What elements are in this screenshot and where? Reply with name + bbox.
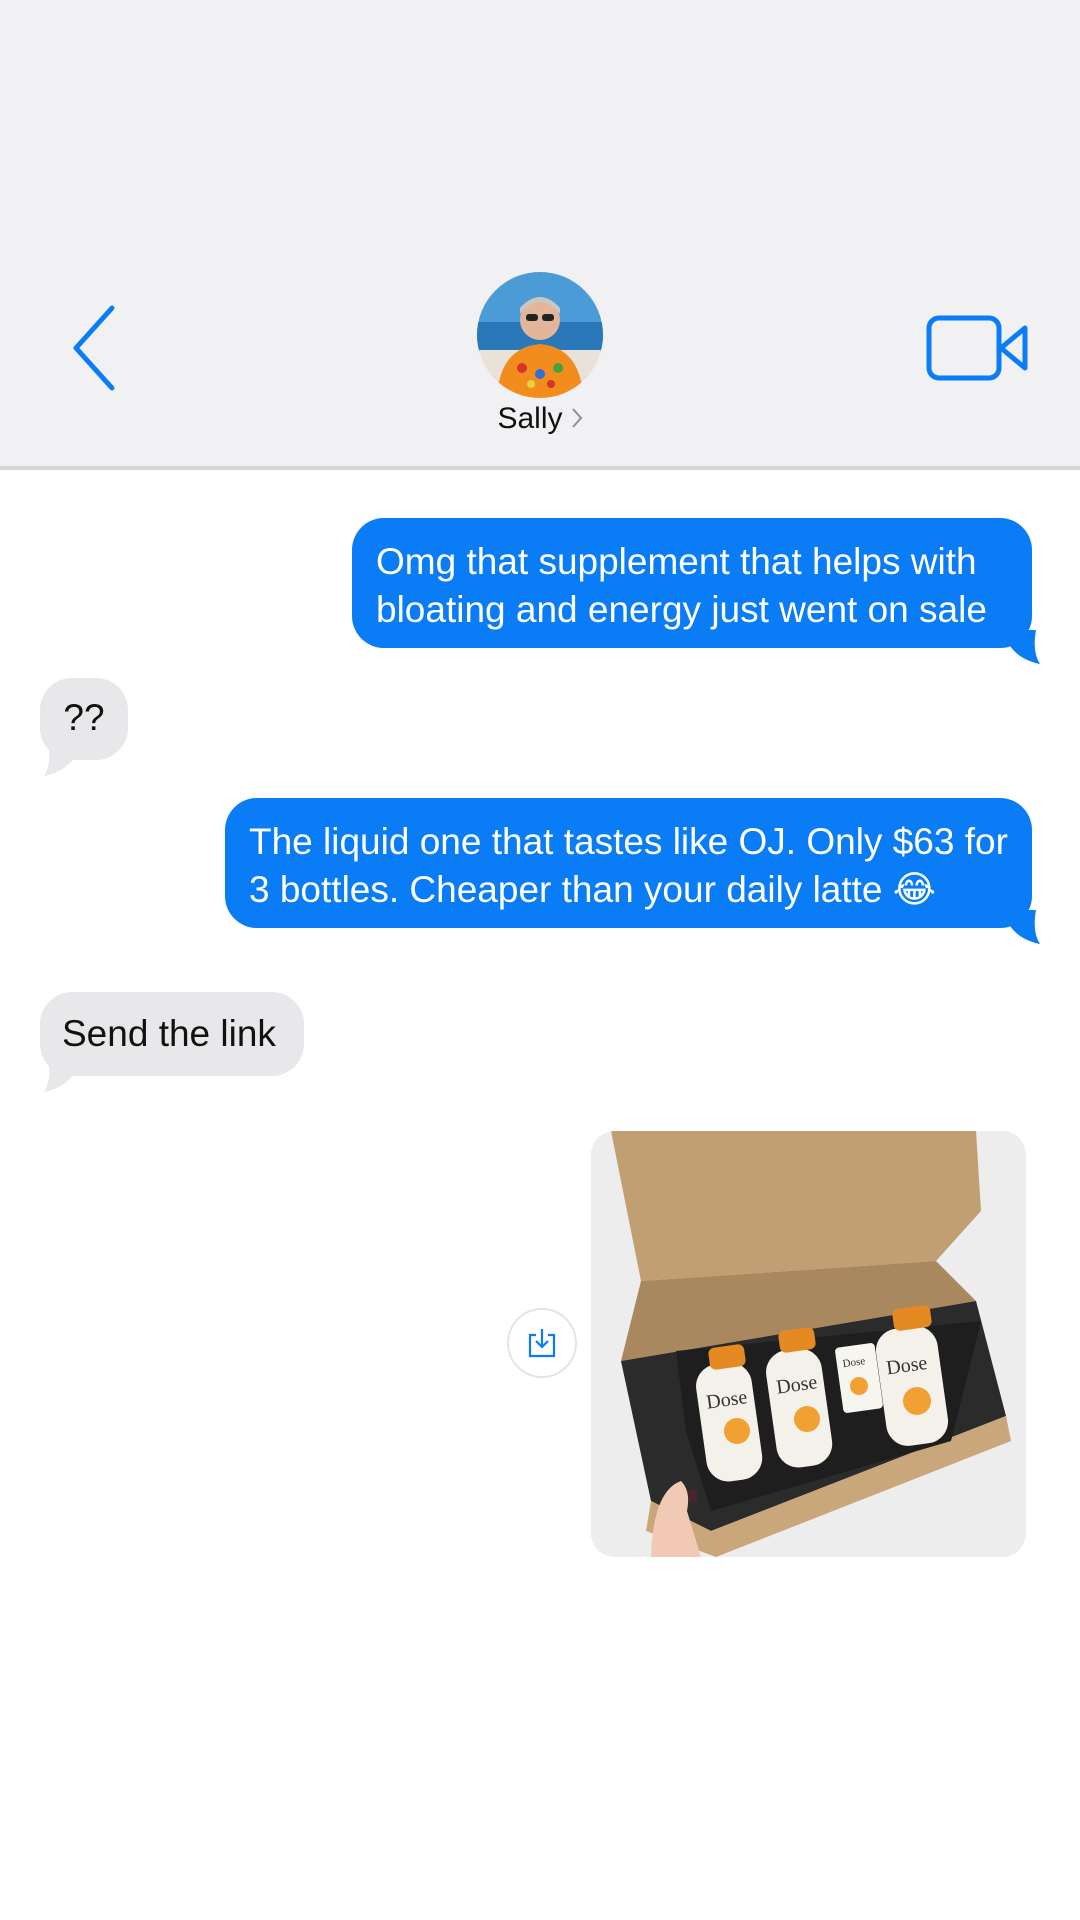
- conversation-header: Sally: [0, 0, 1080, 470]
- chevron-left-icon: [73, 305, 115, 391]
- contact-name: Sally: [497, 402, 563, 435]
- chevron-right-icon: [571, 403, 583, 437]
- save-photo-button[interactable]: [507, 1308, 577, 1378]
- product-box-image: Dose Dose Dose Dose: [591, 1131, 1026, 1557]
- contact-avatar[interactable]: [477, 272, 603, 398]
- bubble-tail: [1010, 910, 1040, 944]
- bubble-tail: [1010, 630, 1040, 664]
- message-text: Send the link: [62, 1013, 276, 1054]
- incoming-message[interactable]: Send the link: [40, 992, 304, 1076]
- bubble-tail: [44, 1058, 74, 1092]
- download-icon: [528, 1329, 556, 1358]
- contact-name-button[interactable]: Sally: [0, 402, 1080, 437]
- message-text: Omg that supplement that helps with bloa…: [376, 541, 987, 630]
- video-call-button[interactable]: [925, 312, 1030, 384]
- message-text: The liquid one that tastes like OJ. Only…: [249, 821, 1008, 910]
- message-text: ??: [63, 697, 105, 738]
- back-button[interactable]: [60, 296, 140, 396]
- bubble-tail: [44, 742, 74, 776]
- outgoing-message[interactable]: Omg that supplement that helps with bloa…: [352, 518, 1032, 648]
- video-camera-icon: [926, 315, 1028, 381]
- photo-attachment[interactable]: Dose Dose Dose Dose: [591, 1131, 1026, 1557]
- outgoing-message[interactable]: The liquid one that tastes like OJ. Only…: [225, 798, 1032, 928]
